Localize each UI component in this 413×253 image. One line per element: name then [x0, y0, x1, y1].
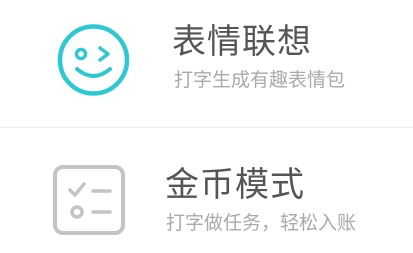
menu-item-title: 金币模式: [165, 165, 305, 205]
menu-item-title: 表情联想: [172, 22, 312, 62]
feature-menu: 表情联想 打字生成有趣表情包 金币模式 打字做任务，轻松入账: [0, 0, 413, 253]
menu-item-subtitle: 打字做任务，轻松入账: [166, 212, 357, 234]
divider: [0, 127, 413, 128]
checklist-icon: [52, 164, 126, 236]
menu-item-subtitle: 打字生成有趣表情包: [174, 69, 346, 91]
menu-item-emoji-association[interactable]: 表情联想 打字生成有趣表情包: [0, 0, 413, 126]
smiley-wink-icon: [57, 19, 130, 101]
